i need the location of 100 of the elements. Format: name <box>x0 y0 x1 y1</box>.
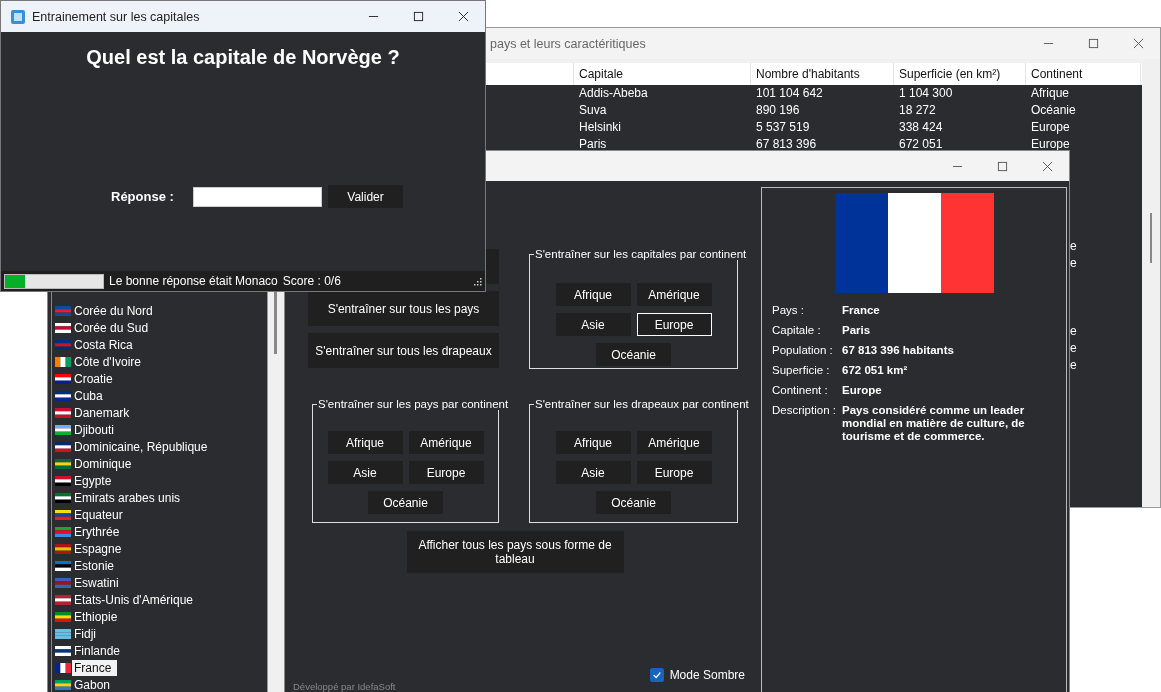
continent-button[interactable]: Amérique <box>408 431 484 454</box>
table-cell: e <box>1070 340 1077 357</box>
list-item[interactable]: Estonie <box>72 557 117 574</box>
continent-button[interactable]: Europe <box>636 313 712 336</box>
group-title: S'entraîner sur les pays par continent <box>317 398 510 410</box>
continent-button[interactable]: Afrique <box>555 283 631 306</box>
column-header[interactable]: Superficie (en km²) <box>894 63 1026 85</box>
list-item[interactable]: Djibouti <box>72 421 117 438</box>
continent-button[interactable]: Amérique <box>636 283 712 306</box>
checkmark-icon <box>651 670 662 680</box>
continent-button[interactable]: Océanie <box>596 491 671 514</box>
submit-button[interactable]: Valider <box>328 185 403 208</box>
list-item[interactable]: Corée du Sud <box>72 319 151 336</box>
table-cell: 890 196 <box>756 103 800 117</box>
column-header[interactable]: Continent <box>1026 63 1141 85</box>
list-item[interactable]: Cuba <box>72 387 105 404</box>
flag-icon <box>55 526 71 537</box>
field-value: France <box>842 304 881 317</box>
dark-mode-checkbox[interactable]: Mode Sombre <box>649 668 745 682</box>
list-item[interactable]: Côte d'Ivoire <box>72 353 143 370</box>
table-cell: 18 272 <box>899 103 936 117</box>
field-value: Europe <box>842 384 883 397</box>
flag-icon <box>55 628 71 639</box>
flag-icon <box>834 193 994 293</box>
table-cell: Océanie <box>1031 102 1076 119</box>
table-cell: 1 104 300 <box>899 86 953 100</box>
list-item[interactable]: Danemark <box>72 404 132 421</box>
list-item[interactable]: Fidji <box>72 625 98 642</box>
field-value: 672 051 km² <box>842 364 909 377</box>
table-cell: 5 537 519 <box>756 120 810 134</box>
list-item[interactable]: Ethiopie <box>72 608 120 625</box>
table-cell: Europe <box>1031 119 1070 136</box>
column-header[interactable]: Nombre d'habitants <box>751 63 894 85</box>
table-cell: e <box>1070 238 1077 255</box>
list-item[interactable]: Emirats arabes unis <box>72 489 183 506</box>
close-icon[interactable] <box>458 11 469 22</box>
list-item[interactable]: France <box>72 659 118 676</box>
list-item[interactable]: Eswatini <box>72 574 121 591</box>
list-item[interactable]: Costa Rica <box>72 336 135 353</box>
continent-button[interactable]: Asie <box>555 461 631 484</box>
close-icon[interactable] <box>1042 160 1053 172</box>
footer-text: Développé par IdefaSoft <box>293 681 396 692</box>
flag-icon <box>55 424 71 435</box>
flag-icon <box>55 475 71 486</box>
list-item[interactable]: Egypte <box>72 472 114 489</box>
continent-button[interactable]: Amérique <box>636 431 712 454</box>
training-button[interactable]: S'entraîner sur tous les pays <box>308 291 499 326</box>
list-item[interactable]: Etats-Unis d'Amérique <box>72 591 195 608</box>
continent-button[interactable]: Asie <box>327 461 403 484</box>
checkbox[interactable] <box>649 668 664 682</box>
flag-icon <box>55 390 71 401</box>
list-item[interactable]: Corée du Nord <box>72 302 155 319</box>
list-item[interactable]: Espagne <box>72 540 124 557</box>
flag-icon <box>55 339 71 350</box>
table-cell: Paris <box>579 137 607 151</box>
continent-button[interactable]: Océanie <box>368 491 443 514</box>
continent-button[interactable]: Europe <box>408 461 484 484</box>
table-cell: Suva <box>579 103 607 117</box>
app-icon <box>10 8 26 25</box>
table-cell: 672 051 <box>899 137 943 151</box>
flag-icon <box>55 543 71 554</box>
maximize-icon[interactable] <box>413 11 424 22</box>
flag-icon <box>55 577 71 588</box>
list-item[interactable]: Dominique <box>72 455 134 472</box>
continent-button[interactable]: Afrique <box>555 431 631 454</box>
flag-icon <box>55 356 71 367</box>
field-value: 67 813 396 habitants <box>842 344 955 357</box>
table-button[interactable]: Afficher tous les pays sous forme de tableau <box>406 531 624 573</box>
list-item[interactable]: Erythrée <box>72 523 122 540</box>
continent-button[interactable]: Europe <box>636 461 712 484</box>
list-item[interactable]: Finlande <box>72 642 123 659</box>
list-item[interactable]: Dominicaine, République <box>72 438 210 455</box>
table-cell: Europe <box>1031 136 1070 153</box>
list-item[interactable]: Gabon <box>72 676 113 692</box>
maximize-icon[interactable] <box>997 160 1008 172</box>
question: Quel est la capitale de Norvège ? <box>85 46 401 69</box>
flag-icon <box>55 594 71 605</box>
training-button[interactable]: S'entraîner sur tous les drapeaux <box>308 333 499 368</box>
continent-button[interactable]: Afrique <box>327 431 403 454</box>
table-cell: 101 104 642 <box>756 86 823 100</box>
maximize-icon[interactable] <box>1088 38 1099 49</box>
window-title: pays et leurs caractéritiques <box>490 36 646 51</box>
flag-icon <box>55 509 71 520</box>
close-icon[interactable] <box>1133 38 1144 49</box>
continent-button[interactable]: Asie <box>555 313 631 336</box>
field-label: Description : <box>772 404 837 418</box>
flag-icon <box>55 679 71 690</box>
continent-button[interactable]: Océanie <box>596 343 671 366</box>
flag-icon <box>55 560 71 571</box>
flag-icon <box>55 458 71 469</box>
list-item[interactable]: Equateur <box>72 506 125 523</box>
table-cell: Afrique <box>1031 85 1070 102</box>
flag-icon <box>55 662 71 673</box>
resize-grip-icon[interactable] <box>472 276 482 286</box>
table-cell: 338 424 <box>899 120 943 134</box>
table-cell: e <box>1070 323 1077 340</box>
answer-field[interactable] <box>193 186 322 207</box>
column-header[interactable]: Capitale <box>574 63 751 85</box>
list-item[interactable]: Croatie <box>72 370 115 387</box>
field-label: Capitale : <box>772 324 822 337</box>
